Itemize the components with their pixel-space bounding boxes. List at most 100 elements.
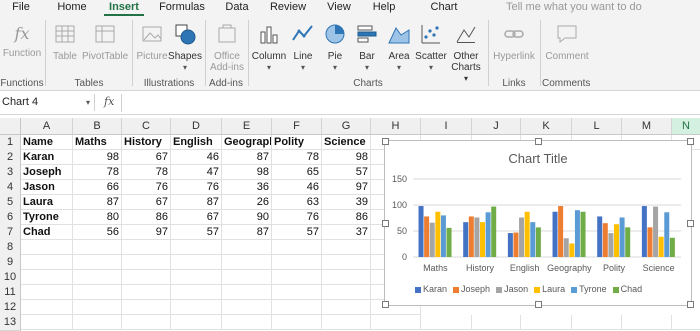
chart-legend[interactable]: Karan Joseph Jason Laura Tyrone Chad	[415, 284, 675, 294]
cell[interactable]	[122, 270, 171, 285]
header-cell[interactable]: Science	[322, 135, 371, 150]
header-cell[interactable]: Maths	[73, 135, 122, 150]
tab-view[interactable]: View	[322, 0, 356, 16]
pie-chart-button[interactable]: Pie ▾	[320, 22, 350, 73]
name-cell[interactable]: Karan	[21, 150, 73, 165]
value-cell[interactable]: 97	[122, 225, 171, 240]
cell[interactable]	[122, 285, 171, 300]
value-cell[interactable]: 87	[73, 195, 122, 210]
cell[interactable]	[222, 255, 272, 270]
row-header-13[interactable]: 13	[0, 315, 21, 331]
legend-item[interactable]: Chad	[612, 284, 642, 294]
value-cell[interactable]: 87	[171, 195, 222, 210]
column-header-d[interactable]: D	[171, 118, 222, 135]
cell[interactable]	[122, 300, 171, 315]
row-header-9[interactable]: 9	[0, 255, 21, 271]
column-chart-button[interactable]: Column ▾	[250, 22, 288, 73]
column-header-f[interactable]: F	[272, 118, 322, 135]
legend-item[interactable]: Karan	[415, 284, 447, 294]
bar-chart-button[interactable]: Bar ▾	[352, 22, 382, 73]
cell[interactable]	[21, 270, 73, 285]
row-header-2[interactable]: 2	[0, 150, 21, 166]
row-header-1[interactable]: 1	[0, 135, 21, 151]
row-header-3[interactable]: 3	[0, 165, 21, 181]
row-header-8[interactable]: 8	[0, 240, 21, 256]
value-cell[interactable]: 76	[272, 210, 322, 225]
cell[interactable]	[272, 285, 322, 300]
row-header-7[interactable]: 7	[0, 225, 21, 241]
column-header-b[interactable]: B	[73, 118, 122, 135]
header-cell[interactable]: Name	[21, 135, 73, 150]
name-cell[interactable]: Laura	[21, 195, 73, 210]
cell[interactable]	[371, 315, 421, 330]
value-cell[interactable]: 87	[222, 225, 272, 240]
cell[interactable]	[272, 300, 322, 315]
value-cell[interactable]: 66	[73, 180, 122, 195]
cell[interactable]	[421, 315, 472, 330]
row-header-10[interactable]: 10	[0, 270, 21, 286]
formula-input[interactable]	[126, 94, 696, 111]
value-cell[interactable]: 39	[322, 195, 371, 210]
column-header-h[interactable]: H	[371, 118, 421, 135]
tab-home[interactable]: Home	[52, 0, 92, 16]
pivottable-button[interactable]: PivotTable	[82, 22, 128, 62]
cell[interactable]	[272, 315, 322, 330]
row-header-11[interactable]: 11	[0, 285, 21, 301]
cell[interactable]	[222, 270, 272, 285]
cell[interactable]	[222, 240, 272, 255]
cell[interactable]	[73, 270, 122, 285]
value-cell[interactable]: 76	[122, 180, 171, 195]
cell[interactable]	[322, 240, 371, 255]
cell[interactable]	[21, 240, 73, 255]
name-cell[interactable]: Chad	[21, 225, 73, 240]
column-header-j[interactable]: J	[472, 118, 521, 135]
value-cell[interactable]: 97	[322, 180, 371, 195]
cell[interactable]	[672, 315, 700, 330]
legend-item[interactable]: Jason	[496, 284, 528, 294]
tab-chart[interactable]: Chart	[424, 0, 464, 16]
name-cell[interactable]: Joseph	[21, 165, 73, 180]
hyperlink-button[interactable]: Hyperlink	[492, 22, 536, 62]
cell[interactable]	[171, 315, 222, 330]
name-cell[interactable]: Tyrone	[21, 210, 73, 225]
header-cell[interactable]: Polity	[272, 135, 322, 150]
column-header-i[interactable]: I	[421, 118, 472, 135]
tab-data[interactable]: Data	[220, 0, 254, 16]
row-header-6[interactable]: 6	[0, 210, 21, 226]
column-header-e[interactable]: E	[222, 118, 272, 135]
cell[interactable]	[171, 255, 222, 270]
function-button[interactable]: fx Function	[2, 22, 42, 59]
cell[interactable]	[322, 285, 371, 300]
scatter-chart-button[interactable]: Scatter ▾	[414, 22, 448, 73]
cell[interactable]	[572, 315, 622, 330]
row-header-4[interactable]: 4	[0, 180, 21, 196]
area-chart-button[interactable]: Area ▾	[384, 22, 414, 73]
cell[interactable]	[73, 285, 122, 300]
cell[interactable]	[73, 300, 122, 315]
column-header-m[interactable]: M	[622, 118, 672, 135]
value-cell[interactable]: 98	[73, 150, 122, 165]
cell[interactable]	[322, 315, 371, 330]
name-box[interactable]: Chart 4 ▾	[0, 94, 95, 111]
column-header-l[interactable]: L	[572, 118, 622, 135]
cell[interactable]	[73, 240, 122, 255]
cell[interactable]	[272, 255, 322, 270]
cell[interactable]	[122, 315, 171, 330]
tab-help[interactable]: Help	[368, 0, 400, 16]
name-cell[interactable]: Jason	[21, 180, 73, 195]
value-cell[interactable]: 46	[171, 150, 222, 165]
office-addins-button[interactable]: Office Add-ins	[208, 22, 246, 73]
insert-function-icon[interactable]: fx	[104, 95, 114, 108]
value-cell[interactable]: 57	[171, 225, 222, 240]
column-header-k[interactable]: K	[521, 118, 572, 135]
value-cell[interactable]: 57	[322, 165, 371, 180]
chevron-down-icon[interactable]: ▾	[86, 94, 90, 111]
cell[interactable]	[322, 270, 371, 285]
cell[interactable]	[222, 285, 272, 300]
cell[interactable]	[322, 300, 371, 315]
cell[interactable]	[171, 300, 222, 315]
comment-button[interactable]: Comment	[544, 22, 590, 62]
picture-button[interactable]: Picture	[136, 22, 168, 62]
cell[interactable]	[21, 255, 73, 270]
tell-me-search[interactable]: Tell me what you want to do	[506, 0, 642, 15]
